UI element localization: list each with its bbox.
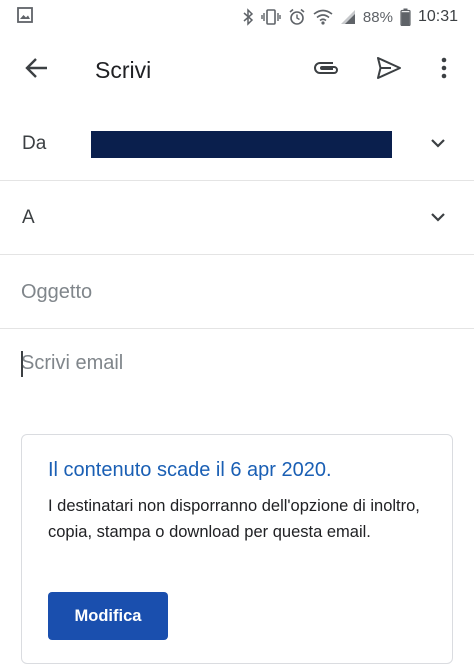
back-arrow-icon bbox=[24, 55, 50, 86]
clock: 10:31 bbox=[417, 8, 458, 25]
more-options-button[interactable] bbox=[420, 34, 468, 106]
more-vert-icon bbox=[441, 57, 447, 84]
send-icon bbox=[376, 56, 402, 85]
image-icon bbox=[16, 6, 34, 29]
attach-icon bbox=[313, 59, 341, 82]
text-cursor bbox=[21, 351, 23, 377]
send-button[interactable] bbox=[365, 34, 413, 106]
app-bar: Scrivi bbox=[0, 34, 474, 106]
from-expand-button[interactable] bbox=[420, 107, 456, 181]
battery-percent: 88% bbox=[362, 8, 393, 26]
expiry-title: Il contenuto scade il 6 apr 2020. bbox=[48, 459, 332, 481]
alarm-icon bbox=[288, 8, 306, 26]
chevron-down-icon bbox=[430, 209, 446, 227]
page-title: Scrivi bbox=[95, 57, 152, 83]
expiry-info-card: Il contenuto scade il 6 apr 2020. I dest… bbox=[21, 434, 453, 664]
battery-icon bbox=[400, 8, 411, 26]
to-row[interactable]: A bbox=[0, 181, 474, 255]
edit-button[interactable]: Modifica bbox=[48, 592, 168, 640]
to-label: A bbox=[22, 207, 35, 228]
attach-button[interactable] bbox=[303, 34, 351, 106]
signal-icon bbox=[340, 9, 356, 25]
expiry-description: I destinatari non disporranno dell'opzio… bbox=[48, 497, 420, 541]
chevron-down-icon bbox=[430, 135, 446, 153]
to-expand-button[interactable] bbox=[420, 181, 456, 255]
subject-field[interactable] bbox=[21, 256, 451, 328]
from-label: Da bbox=[22, 133, 47, 154]
email-body-field[interactable] bbox=[21, 334, 451, 394]
back-button[interactable] bbox=[13, 34, 61, 106]
vibrate-icon bbox=[261, 8, 281, 26]
bluetooth-icon bbox=[242, 8, 254, 26]
wifi-icon bbox=[313, 9, 333, 25]
status-bar: 88% 10:31 bbox=[0, 0, 474, 34]
from-address-redacted bbox=[91, 131, 392, 158]
